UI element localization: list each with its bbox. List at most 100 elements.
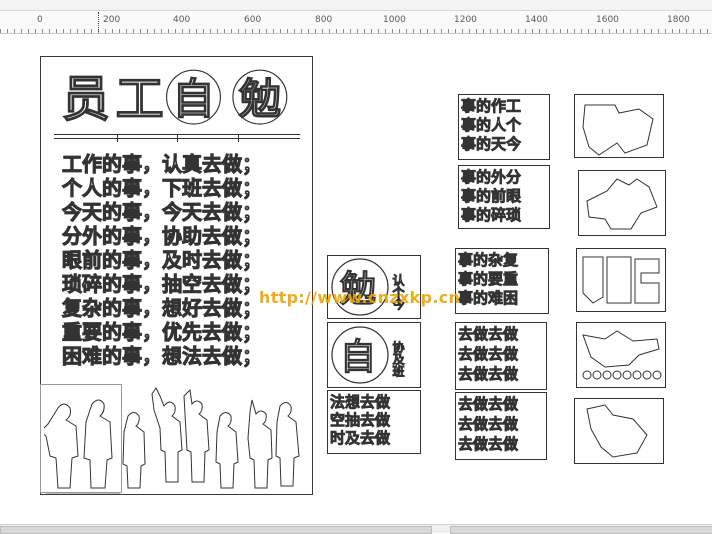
tile-silhouette-4[interactable] — [576, 322, 666, 388]
tile-text-block-1[interactable]: 法想去做 空抽去做 时及去做 — [327, 390, 421, 454]
ruler-tick — [147, 29, 148, 33]
ruler-tick — [70, 29, 71, 33]
ruler-tick — [427, 29, 428, 33]
watermark-url: http://www.cnzxkp.cn — [259, 288, 461, 307]
tile-text-row: 事的要重 — [458, 270, 519, 289]
verse-line: 今天的事，今天去做； — [62, 200, 263, 225]
tile-text-row: 去做去做 — [458, 415, 519, 434]
title-char-4: 勉 — [239, 74, 281, 123]
ruler-guide-marker[interactable] — [98, 12, 100, 32]
ruler-tick — [504, 29, 505, 33]
ruler-tick — [308, 29, 309, 33]
ruler-tick — [287, 29, 288, 33]
ruler-tick — [238, 29, 239, 33]
ruler-tick — [651, 29, 652, 33]
ruler-tick — [315, 29, 316, 33]
tile-silhouette-5[interactable] — [574, 398, 664, 464]
silhouette-graphic — [586, 404, 648, 458]
tile-text-row: 去做去做 — [458, 395, 519, 414]
tile-text-block-4[interactable]: 事的杂复 事的要重 事的难困 — [455, 248, 549, 314]
ruler-tick — [35, 29, 36, 33]
tile-silhouette-2[interactable] — [578, 170, 666, 236]
ruler-tick — [210, 29, 211, 33]
ruler-tick — [77, 29, 78, 33]
tile-text-block-6[interactable]: 去做去做 去做去做 去做去做 — [455, 392, 547, 460]
verse-line: 分外的事，协助去做； — [62, 224, 263, 249]
ruler-label-400: 400 — [173, 15, 191, 25]
ruler-tick — [7, 29, 8, 33]
ruler-tick — [609, 29, 610, 33]
tile-mian-char[interactable]: 勉 认个今 — [327, 255, 421, 319]
tile-text-block-2[interactable]: 事的作工 事的人个 事的天今 — [458, 94, 550, 160]
ruler-tick — [399, 29, 400, 33]
ruler-tick — [560, 29, 561, 33]
ruler-tick — [294, 29, 295, 33]
silhouette-graphic — [586, 178, 658, 230]
tile-text-row: 事的天今 — [461, 135, 522, 154]
horizontal-ruler[interactable]: 0 200 400 600 800 1000 1200 1400 1600 18… — [0, 11, 712, 34]
tile-zi-char[interactable]: 自 协及班 — [327, 322, 421, 388]
tile-text-row: 事的碎琐 — [461, 206, 522, 225]
ruler-tick — [686, 29, 687, 33]
ruler-tick — [182, 29, 183, 33]
tile-text-block-5[interactable]: 去做去做 去做去做 去做去做 — [455, 322, 547, 390]
ruler-tick — [343, 29, 344, 33]
tile-text-row: 去做去做 — [458, 435, 519, 454]
ruler-label-1000: 1000 — [383, 15, 406, 25]
ruler-tick — [518, 29, 519, 33]
ruler-tick — [553, 29, 554, 33]
silhouette-graphic — [582, 330, 662, 380]
ruler-tick — [581, 29, 582, 33]
poster-verse-block: 工作的事，认真去做； 个人的事，下班去做； 今天的事，今天去做； 分外的事，协助… — [62, 152, 302, 369]
ruler-tick — [84, 29, 85, 33]
ruler-tick — [574, 29, 575, 33]
scrollbar-thumb-left[interactable] — [0, 526, 432, 534]
ruler-tick — [203, 29, 204, 33]
ruler-tick — [364, 29, 365, 33]
tile-zi-glyph: 自 — [340, 337, 376, 378]
ruler-tick — [490, 29, 491, 33]
tile-text-row: 去做去做 — [458, 365, 519, 384]
ruler-tick — [679, 29, 680, 33]
ruler-tick — [525, 29, 526, 33]
ruler-label-600: 600 — [244, 15, 262, 25]
ruler-tick — [406, 29, 407, 33]
ruler-tick — [693, 29, 694, 33]
tile-text-row: 事的外分 — [461, 168, 522, 187]
ruler-tick — [469, 29, 470, 33]
verse-line: 眼前的事，及时去做； — [62, 248, 263, 273]
ruler-tick — [623, 29, 624, 33]
ruler-tick — [630, 29, 631, 33]
ruler-tick — [105, 29, 106, 33]
ruler-tick — [28, 29, 29, 33]
tile-text-row: 事的难困 — [458, 289, 519, 308]
ruler-label-1600: 1600 — [596, 15, 619, 25]
ruler-tick — [602, 29, 603, 33]
tile-silhouette-1[interactable] — [574, 94, 664, 158]
ruler-tick — [497, 29, 498, 33]
ruler-tick — [658, 29, 659, 33]
tile-mian-graphic: 勉 认个今 — [331, 258, 405, 316]
tile-text-block-3[interactable]: 事的外分 事的前眼 事的碎琐 — [458, 165, 550, 229]
tile-text-row: 事的人个 — [461, 116, 522, 135]
ruler-tick — [462, 29, 463, 33]
ruler-tick — [644, 29, 645, 33]
ruler-tick — [385, 29, 386, 33]
drawing-canvas[interactable]: 员 工 自 勉 工作的事，认真去做； 个人的事，下班去做； 今天的事，今天去做；… — [0, 34, 712, 524]
ruler-label-800: 800 — [315, 15, 333, 25]
ruler-tick — [532, 29, 533, 33]
ruler-tick — [511, 29, 512, 33]
verse-line: 工作的事，认真去做； — [62, 152, 263, 177]
tile-silhouette-3[interactable] — [576, 248, 666, 312]
ruler-tick — [252, 29, 253, 33]
scrollbar-thumb-right[interactable] — [450, 526, 712, 534]
ruler-tick — [336, 29, 337, 33]
ruler-tick — [616, 29, 617, 33]
ruler-tick — [371, 29, 372, 33]
ruler-tick — [112, 29, 113, 33]
ruler-tick — [539, 29, 540, 33]
ruler-tick — [63, 29, 64, 33]
silhouette-graphic — [582, 104, 654, 156]
ruler-tick — [14, 29, 15, 33]
ruler-tick — [175, 29, 176, 33]
